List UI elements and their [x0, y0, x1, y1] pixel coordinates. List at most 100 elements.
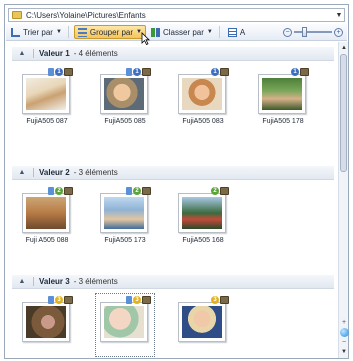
- photo-thumbnail[interactable]: [100, 302, 148, 342]
- photo-item[interactable]: 2 Fuji A505 088: [18, 185, 76, 247]
- zoom-control[interactable]: + −: [339, 319, 349, 346]
- group-by-button[interactable]: Grouper par ▼: [73, 25, 146, 39]
- scrollbar-thumb[interactable]: [340, 54, 347, 172]
- photo-item[interactable]: 2 FujiA505 173: [96, 185, 154, 247]
- item-badges: 1: [126, 68, 151, 76]
- group-title: Valeur 2: [39, 168, 70, 177]
- rating-badge: 2: [211, 187, 219, 195]
- photo-item[interactable]: 2 FujiA505 168: [174, 185, 232, 247]
- photo-thumbnail[interactable]: [100, 193, 148, 233]
- arrange-button[interactable]: Classer par ▼: [148, 25, 216, 39]
- camera-icon: [300, 68, 309, 76]
- photo-thumbnail[interactable]: [22, 193, 70, 233]
- view-icon: [227, 27, 237, 37]
- item-badges: 1: [48, 68, 73, 76]
- photo-image: [104, 197, 144, 229]
- rating-badge: 2: [55, 187, 63, 195]
- zoom-ball-icon[interactable]: [339, 328, 349, 337]
- group-header[interactable]: ▲ Valeur 2- 3 éléments: [12, 166, 334, 180]
- arrange-icon: [150, 27, 160, 37]
- photo-item[interactable]: 3: [174, 294, 232, 356]
- group-divider: [33, 168, 34, 177]
- photo-image: [182, 78, 222, 110]
- camera-icon: [142, 68, 151, 76]
- photo-item[interactable]: 1 FujiA505 178: [254, 66, 312, 128]
- scroll-up-icon[interactable]: ▲: [340, 44, 348, 52]
- photo-image: [26, 197, 66, 229]
- group-label: Grouper par: [89, 27, 134, 37]
- rating-badge: 3: [55, 296, 63, 304]
- sort-label: Trier par: [23, 27, 53, 37]
- vertical-scrollbar[interactable]: ▲ + − ▼: [338, 42, 349, 358]
- scroll-down-icon[interactable]: ▼: [340, 348, 348, 356]
- item-badges: 2: [126, 187, 151, 195]
- photo-item[interactable]: 1 FujiA505 085: [96, 66, 154, 128]
- photo-caption: Fuji A505 088: [25, 237, 69, 244]
- collapse-chevron-icon[interactable]: ▲: [16, 278, 28, 285]
- rating-badge: 1: [291, 68, 299, 76]
- group-header[interactable]: ▲ Valeur 1- 4 éléments: [12, 47, 334, 61]
- sort-button[interactable]: Trier par ▼: [8, 25, 65, 39]
- camera-icon: [220, 187, 229, 195]
- rating-badge: 3: [133, 296, 141, 304]
- photo-thumbnail[interactable]: [22, 302, 70, 342]
- rating-badge: 1: [55, 68, 63, 76]
- camera-icon: [142, 187, 151, 195]
- zoom-slider[interactable]: − +: [283, 27, 343, 37]
- zoom-track[interactable]: [294, 27, 332, 37]
- item-badges: 3: [48, 296, 73, 304]
- photo-item[interactable]: 3: [18, 294, 76, 356]
- photo-thumbnail[interactable]: [178, 74, 226, 114]
- chevron-down-icon: ▼: [55, 29, 62, 35]
- group-divider: [33, 49, 34, 58]
- photo-image: [104, 306, 144, 338]
- zoom-out-icon[interactable]: −: [283, 27, 292, 37]
- photo-caption: FujiA505 168: [182, 237, 224, 244]
- view-button[interactable]: A: [225, 25, 248, 39]
- photo-thumbnail[interactable]: [22, 74, 70, 114]
- document-icon: [126, 187, 132, 195]
- group-header[interactable]: ▲ Valeur 3- 3 éléments: [12, 275, 334, 289]
- sort-icon: [11, 27, 20, 37]
- collapse-chevron-icon[interactable]: ▲: [16, 169, 28, 176]
- photo-thumbnail[interactable]: [258, 74, 306, 114]
- group-count: - 4 éléments: [73, 49, 118, 58]
- document-icon: [126, 68, 132, 76]
- camera-icon: [220, 296, 229, 304]
- item-badges: 1: [291, 68, 309, 76]
- address-bar[interactable]: C:\Users\Yolaine\Pictures\Enfants ▼: [8, 8, 345, 22]
- camera-icon: [64, 187, 73, 195]
- zoom-in-icon[interactable]: +: [334, 27, 343, 37]
- group-title: Valeur 1: [39, 49, 70, 58]
- rating-badge: 2: [133, 187, 141, 195]
- photo-caption: FujiA505 085: [104, 118, 146, 125]
- item-badges: 1: [211, 68, 229, 76]
- camera-icon: [64, 296, 73, 304]
- zoom-minus-icon[interactable]: −: [339, 339, 349, 346]
- file-list: ▲ Valeur 1- 4 éléments 1 FujiA505 087 1 FujiA…: [6, 42, 337, 358]
- photo-thumbnail[interactable]: [178, 193, 226, 233]
- photo-item[interactable]: 1 FujiA505 087: [18, 66, 76, 128]
- chevron-down-icon: ▼: [206, 29, 213, 35]
- group-divider: [33, 277, 34, 286]
- document-icon: [126, 296, 132, 304]
- item-badges: 2: [211, 187, 229, 195]
- address-path[interactable]: C:\Users\Yolaine\Pictures\Enfants: [26, 11, 334, 20]
- document-icon: [48, 187, 54, 195]
- item-badges: 2: [48, 187, 73, 195]
- photo-thumbnail[interactable]: [178, 302, 226, 342]
- camera-icon: [64, 68, 73, 76]
- chevron-down-icon[interactable]: ▼: [334, 12, 344, 19]
- item-badges: 3: [211, 296, 229, 304]
- group-title: Valeur 3: [39, 277, 70, 286]
- collapse-chevron-icon[interactable]: ▲: [16, 50, 28, 57]
- photo-image: [26, 78, 66, 110]
- photo-item[interactable]: 1 FujiA505 083: [174, 66, 232, 128]
- rating-badge: 3: [211, 296, 219, 304]
- photo-image: [26, 306, 66, 338]
- photo-item[interactable]: 3: [95, 293, 155, 357]
- zoom-plus-icon[interactable]: +: [339, 319, 349, 326]
- zoom-thumb[interactable]: [302, 27, 307, 37]
- photo-thumbnail[interactable]: [100, 74, 148, 114]
- photo-image: [182, 306, 222, 338]
